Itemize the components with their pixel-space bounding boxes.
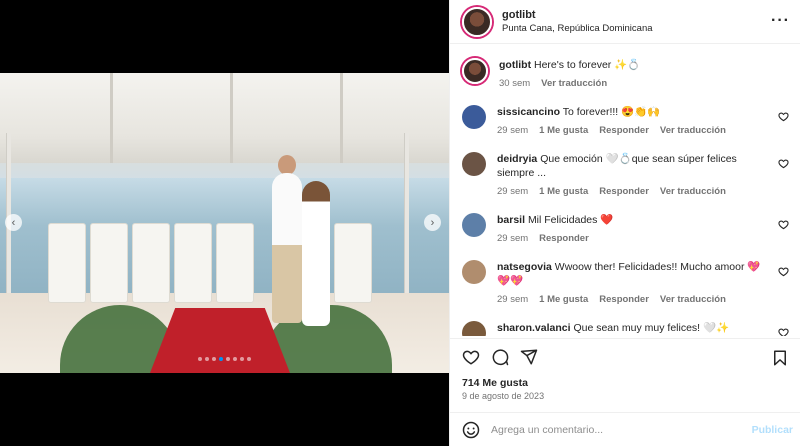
caption-text: Here's to forever ✨💍: [534, 59, 641, 71]
translate-link[interactable]: Ver traducción: [660, 124, 726, 138]
avatar[interactable]: [462, 260, 486, 284]
emoji-icon[interactable]: [462, 421, 480, 439]
reply-button[interactable]: Responder: [599, 293, 649, 307]
comment-item: barsil Mil Felicidades ❤️ 29 sem Respond…: [462, 213, 789, 246]
comment-icon[interactable]: [491, 348, 509, 366]
heart-icon[interactable]: [778, 158, 789, 169]
comment-likes[interactable]: 1 Me gusta: [539, 293, 588, 307]
carousel-dot: [212, 357, 216, 361]
heart-icon[interactable]: [462, 348, 480, 366]
comment-text: To forever!!! 😍👏🙌: [562, 106, 661, 118]
chevron-left-icon[interactable]: ‹: [5, 214, 22, 231]
comment-time: 29 sem: [497, 294, 529, 305]
bookmark-icon[interactable]: [771, 349, 789, 367]
comment-likes[interactable]: 1 Me gusta: [539, 185, 588, 199]
comment-composer: Publicar: [450, 412, 800, 446]
comment-item: deidryia Que emoción 🤍💍que sean súper fe…: [462, 152, 789, 199]
translate-link[interactable]: Ver traducción: [660, 293, 726, 307]
comment-username[interactable]: natsegovia: [497, 261, 552, 273]
heart-icon[interactable]: [778, 111, 789, 122]
avatar[interactable]: [462, 152, 486, 176]
comment-time: 29 sem: [497, 186, 529, 197]
boat-canopy: [0, 73, 449, 163]
post-date: 9 de agosto de 2023: [462, 391, 545, 401]
comment-input[interactable]: [491, 423, 751, 436]
comment-username[interactable]: barsil: [497, 214, 525, 226]
carousel-dot: [226, 357, 230, 361]
post-photo: [0, 73, 449, 373]
publish-button[interactable]: Publicar: [752, 424, 793, 436]
post-sidebar: gotlibt Punta Cana, República Dominicana…: [449, 0, 800, 446]
post-media: ‹ ›: [0, 0, 449, 446]
comment-username[interactable]: sharon.valanci: [497, 322, 571, 334]
avatar[interactable]: [462, 6, 492, 37]
more-options-icon[interactable]: ···: [771, 12, 790, 30]
heart-icon[interactable]: [778, 327, 789, 336]
carousel-dot: [198, 357, 202, 361]
chevron-right-icon[interactable]: ›: [424, 214, 441, 231]
marry-me-letters: [48, 223, 428, 303]
reply-button[interactable]: Responder: [599, 124, 649, 138]
comment-text: Mil Felicidades ❤️: [527, 214, 614, 226]
comment-item: natsegovia Wwoow ther! Felicidades!! Muc…: [462, 260, 789, 307]
carousel-dot: [240, 357, 244, 361]
comment-username[interactable]: deidryia: [497, 153, 537, 165]
carousel-dot: [233, 357, 237, 361]
username[interactable]: gotlibt: [502, 9, 653, 21]
person: [302, 181, 330, 326]
location[interactable]: Punta Cana, República Dominicana: [502, 23, 653, 34]
reply-button[interactable]: Responder: [539, 232, 589, 246]
caption-time: 30 sem: [499, 78, 531, 89]
translate-link[interactable]: Ver traducción: [541, 77, 607, 91]
comment-username[interactable]: sissicancino: [497, 106, 560, 118]
avatar[interactable]: [462, 58, 488, 84]
carousel-dot: [205, 357, 209, 361]
comment-likes[interactable]: 1 Me gusta: [539, 124, 588, 138]
caption: gotlibt Here's to forever ✨💍 30 sem Ver …: [462, 58, 789, 91]
post-header: gotlibt Punta Cana, República Dominicana…: [450, 0, 800, 44]
reply-button[interactable]: Responder: [599, 185, 649, 199]
translate-link[interactable]: Ver traducción: [660, 185, 726, 199]
carousel-dot: [219, 357, 223, 361]
heart-icon[interactable]: [778, 219, 789, 230]
like-count[interactable]: 714 Me gusta: [462, 377, 528, 389]
comment-time: 29 sem: [497, 233, 529, 244]
action-bar: [450, 338, 800, 374]
avatar[interactable]: [462, 213, 486, 237]
comment-time: 29 sem: [497, 125, 529, 136]
caption-username[interactable]: gotlibt: [499, 59, 531, 71]
heart-icon[interactable]: [778, 266, 789, 277]
person: [278, 155, 296, 175]
comments-list: gotlibt Here's to forever ✨💍 30 sem Ver …: [450, 44, 800, 336]
avatar[interactable]: [462, 321, 486, 336]
carousel-indicator: [198, 357, 251, 361]
person: [272, 173, 302, 323]
share-icon[interactable]: [520, 348, 538, 366]
avatar[interactable]: [462, 105, 486, 129]
carousel-dot: [247, 357, 251, 361]
comment-text: Que sean muy muy felices! 🤍✨: [573, 322, 730, 334]
comment-item: sissicancino To forever!!! 😍👏🙌 29 sem 1 …: [462, 105, 789, 138]
comment-item: sharon.valanci Que sean muy muy felices!…: [462, 321, 789, 336]
